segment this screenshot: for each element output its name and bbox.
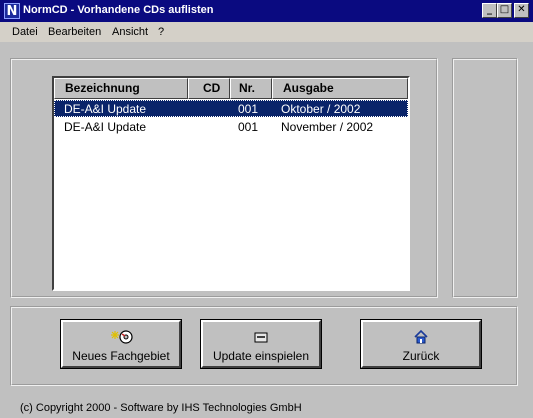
close-button[interactable]: ✕: [514, 3, 529, 18]
title-bar[interactable]: N NormCD - Vorhandene CDs auflisten _ □ …: [0, 0, 533, 22]
side-panel: [452, 58, 518, 298]
back-button[interactable]: Zurück: [360, 319, 482, 369]
table-row[interactable]: DE-A&I Update 001 November / 2002: [54, 118, 408, 135]
cell-ausgabe: November / 2002: [281, 120, 374, 134]
home-icon: [363, 329, 479, 345]
menu-help[interactable]: ?: [158, 26, 164, 38]
minimize-button[interactable]: _: [482, 3, 497, 18]
update-label: Update einspielen: [212, 349, 310, 363]
sparkle-cd-icon: [63, 329, 179, 345]
drive-icon: [203, 329, 319, 345]
new-field-button[interactable]: Neues Fachgebiet: [60, 319, 182, 369]
copyright-text: (c) Copyright 2000 - Software by IHS Tec…: [20, 402, 302, 414]
cell-bezeichnung: DE-A&I Update: [64, 120, 147, 134]
column-header-nr[interactable]: Nr.: [230, 78, 272, 99]
cell-bezeichnung: DE-A&I Update: [64, 102, 147, 116]
maximize-button[interactable]: □: [497, 3, 512, 18]
column-header-ausgabe[interactable]: Ausgabe: [272, 78, 408, 99]
window-title: NormCD - Vorhandene CDs auflisten: [23, 4, 214, 16]
table-row[interactable]: DE-A&I Update 001 Oktober / 2002: [54, 100, 408, 117]
cell-ausgabe: Oktober / 2002: [281, 102, 361, 116]
cell-nr: 001: [238, 102, 259, 116]
cd-list[interactable]: Bezeichnung CD Nr. Ausgabe DE-A&I Update…: [52, 76, 410, 291]
column-header-cd[interactable]: CD: [188, 78, 230, 99]
cell-nr: 001: [238, 120, 259, 134]
menu-bar: Datei Bearbeiten Ansicht ?: [0, 22, 533, 42]
menu-ansicht[interactable]: Ansicht: [112, 26, 148, 38]
new-field-label: Neues Fachgebiet: [72, 349, 170, 363]
menu-bearbeiten[interactable]: Bearbeiten: [48, 26, 101, 38]
update-button[interactable]: Update einspielen: [200, 319, 322, 369]
column-header-bezeichnung[interactable]: Bezeichnung: [54, 78, 188, 99]
back-label: Zurück: [402, 349, 440, 363]
menu-datei[interactable]: Datei: [12, 26, 38, 38]
app-icon: N: [4, 3, 20, 19]
